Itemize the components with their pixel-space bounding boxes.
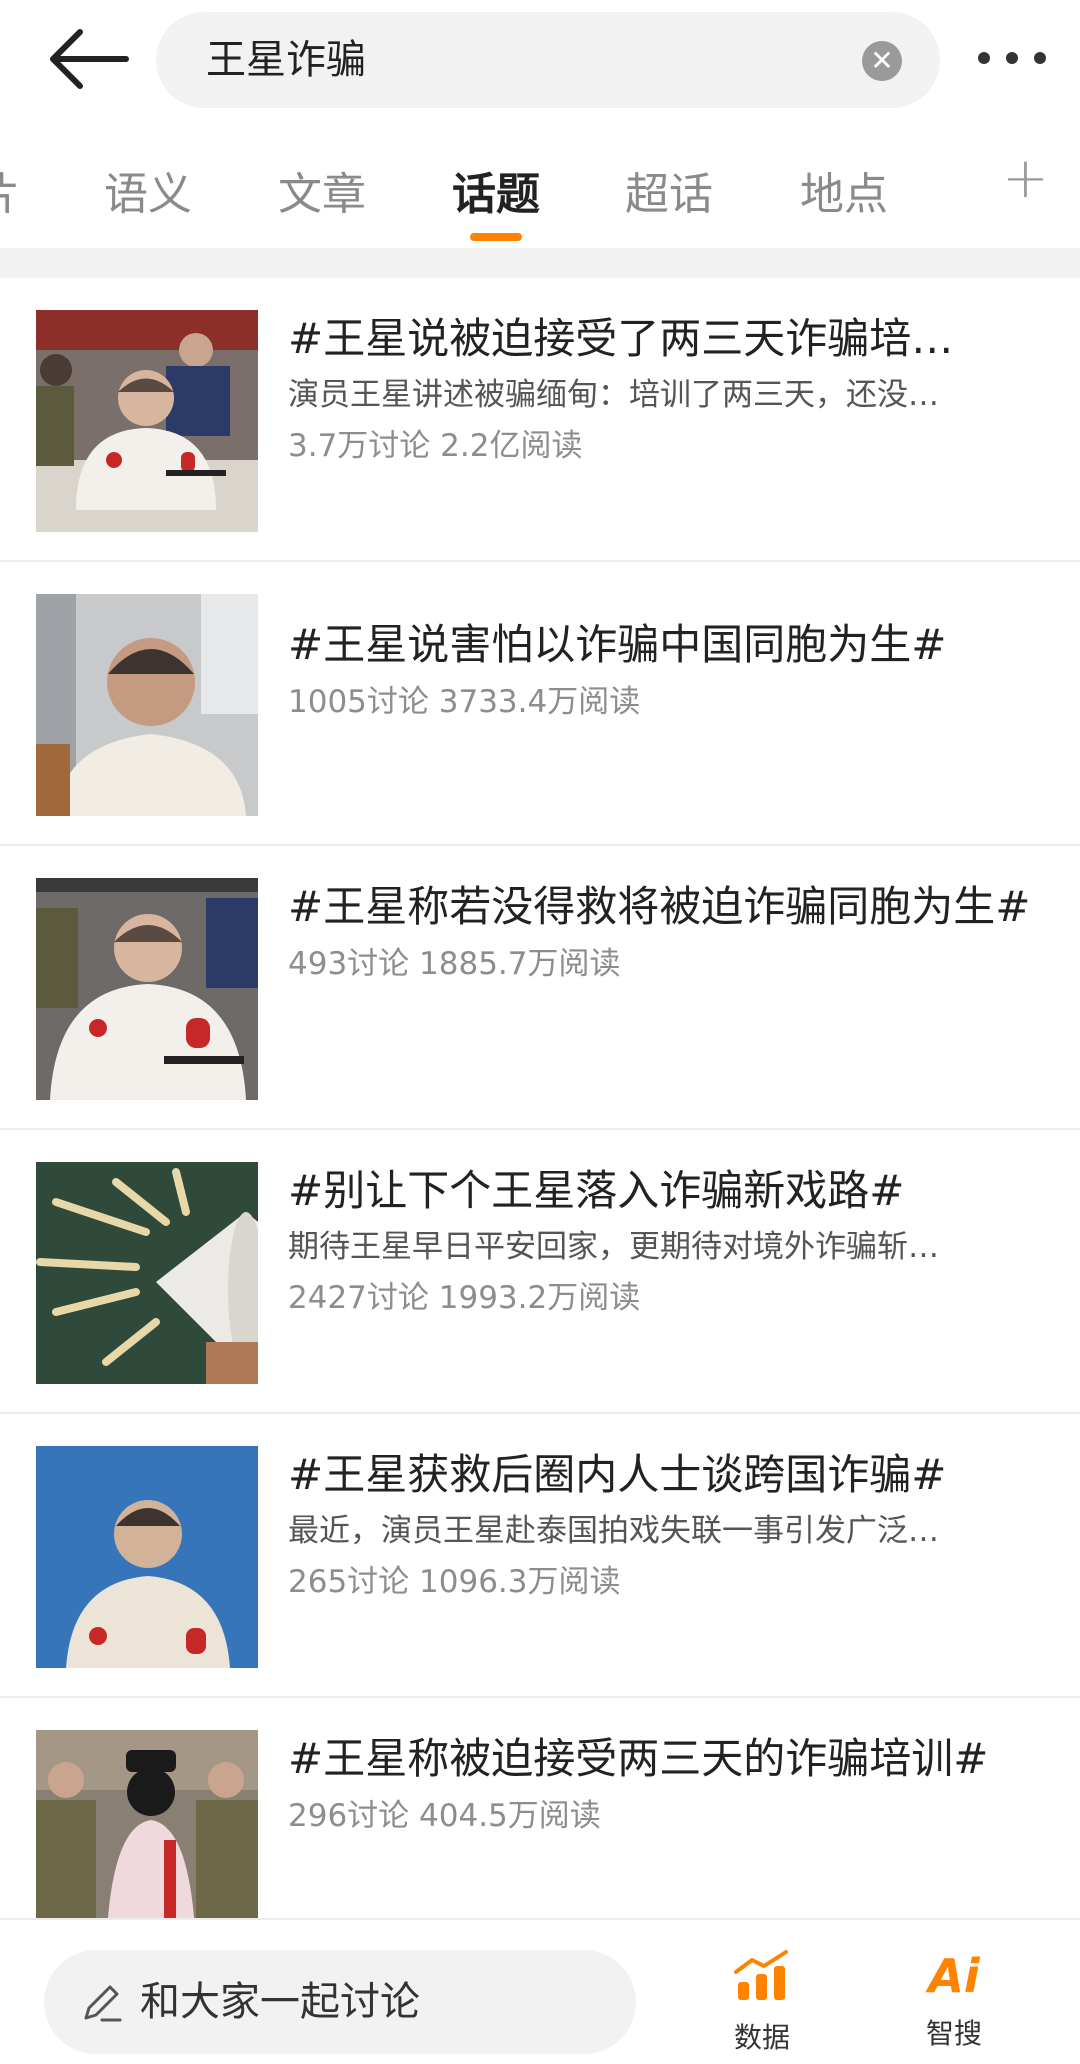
topic-row[interactable]: #王星称若没得救将被迫诈骗同胞为生# 493讨论 1885.7万阅读: [0, 846, 1080, 1130]
topic-thumbnail: [36, 594, 258, 816]
topic-stats: 2427讨论 1993.2万阅读: [288, 1280, 641, 1316]
topic-list: #王星说被迫接受了两三天诈骗培… 演员王星讲述被骗缅甸：培训了两三天，还没… 3…: [0, 278, 1080, 1918]
search-input[interactable]: 王星诈骗 ✕: [156, 12, 940, 108]
top-bar: 王星诈骗 ✕: [0, 0, 1080, 118]
topic-title[interactable]: #王星获救后圈内人士谈跨国诈骗#: [288, 1444, 1048, 1506]
ai-search-label: 智搜: [925, 2017, 982, 2050]
tab-super-topics[interactable]: 超话: [625, 158, 713, 222]
bottom-bar: 和大家一起讨论 数据 Ai 智搜: [0, 1918, 1080, 2064]
topic-thumbnail: [36, 1162, 258, 1384]
arrow-left-icon[interactable]: [46, 26, 130, 92]
topic-row[interactable]: #王星说害怕以诈骗中国同胞为生# 1005讨论 3733.4万阅读: [0, 562, 1080, 846]
compose-placeholder: 和大家一起讨论: [140, 1979, 420, 2025]
tab-image[interactable]: 片: [0, 158, 20, 222]
topic-stats: 265讨论 1096.3万阅读: [288, 1564, 621, 1600]
bar-chart-icon: [734, 1950, 788, 2000]
topic-thumbnail: [36, 1446, 258, 1668]
tab-bar: 片 语义 文章 话题 超话 地点 +: [0, 118, 1080, 248]
search-query[interactable]: 王星诈骗: [206, 12, 366, 108]
topic-title[interactable]: #王星称若没得救将被迫诈骗同胞为生#: [288, 876, 1048, 938]
topic-description: 最近，演员王星赴泰国拍戏失联一事引发广泛…: [288, 1513, 939, 1549]
add-tab-icon[interactable]: +: [1002, 146, 1049, 211]
tab-semantic[interactable]: 语义: [104, 158, 192, 222]
tab-topics[interactable]: 话题: [452, 158, 540, 222]
topic-row[interactable]: #王星获救后圈内人士谈跨国诈骗# 最近，演员王星赴泰国拍戏失联一事引发广泛… 2…: [0, 1414, 1080, 1698]
close-circle-icon[interactable]: ✕: [862, 41, 902, 81]
data-button[interactable]: 数据: [712, 1948, 812, 2056]
topic-stats: 296讨论 404.5万阅读: [288, 1798, 601, 1834]
topic-thumbnail: [36, 310, 258, 532]
topic-stats: 1005讨论 3733.4万阅读: [288, 684, 641, 720]
ai-icon: Ai: [928, 1949, 980, 2003]
data-label: 数据: [733, 2021, 790, 2054]
topic-description: 期待王星早日平安回家，更期待对境外诈骗斩…: [288, 1229, 939, 1265]
topic-row[interactable]: #王星称被迫接受两三天的诈骗培训# 296讨论 404.5万阅读: [0, 1698, 1080, 1918]
topic-thumbnail: [36, 878, 258, 1100]
topic-title[interactable]: #王星说害怕以诈骗中国同胞为生#: [288, 614, 1048, 676]
topic-title[interactable]: #王星说被迫接受了两三天诈骗培…: [288, 308, 1048, 370]
more-horizontal-icon[interactable]: [976, 40, 1056, 76]
tab-articles[interactable]: 文章: [278, 158, 366, 222]
topic-description: 演员王星讲述被骗缅甸：培训了两三天，还没…: [288, 377, 939, 413]
topic-stats: 3.7万讨论 2.2亿阅读: [288, 428, 583, 464]
topic-stats: 493讨论 1885.7万阅读: [288, 946, 621, 982]
topic-title[interactable]: #王星称被迫接受两三天的诈骗培训#: [288, 1728, 1048, 1790]
ai-search-button[interactable]: Ai 智搜: [904, 1948, 1004, 2052]
topic-row[interactable]: #别让下个王星落入诈骗新戏路# 期待王星早日平安回家，更期待对境外诈骗斩… 24…: [0, 1130, 1080, 1414]
active-tab-indicator: [470, 233, 522, 241]
topic-title[interactable]: #别让下个王星落入诈骗新戏路#: [288, 1160, 1048, 1222]
topic-row[interactable]: #王星说被迫接受了两三天诈骗培… 演员王星讲述被骗缅甸：培训了两三天，还没… 3…: [0, 278, 1080, 562]
section-divider: [0, 248, 1080, 278]
pencil-icon: [84, 1985, 122, 2022]
compose-input[interactable]: 和大家一起讨论: [44, 1950, 636, 2054]
topic-thumbnail: [36, 1730, 258, 1918]
tab-places[interactable]: 地点: [800, 158, 888, 222]
